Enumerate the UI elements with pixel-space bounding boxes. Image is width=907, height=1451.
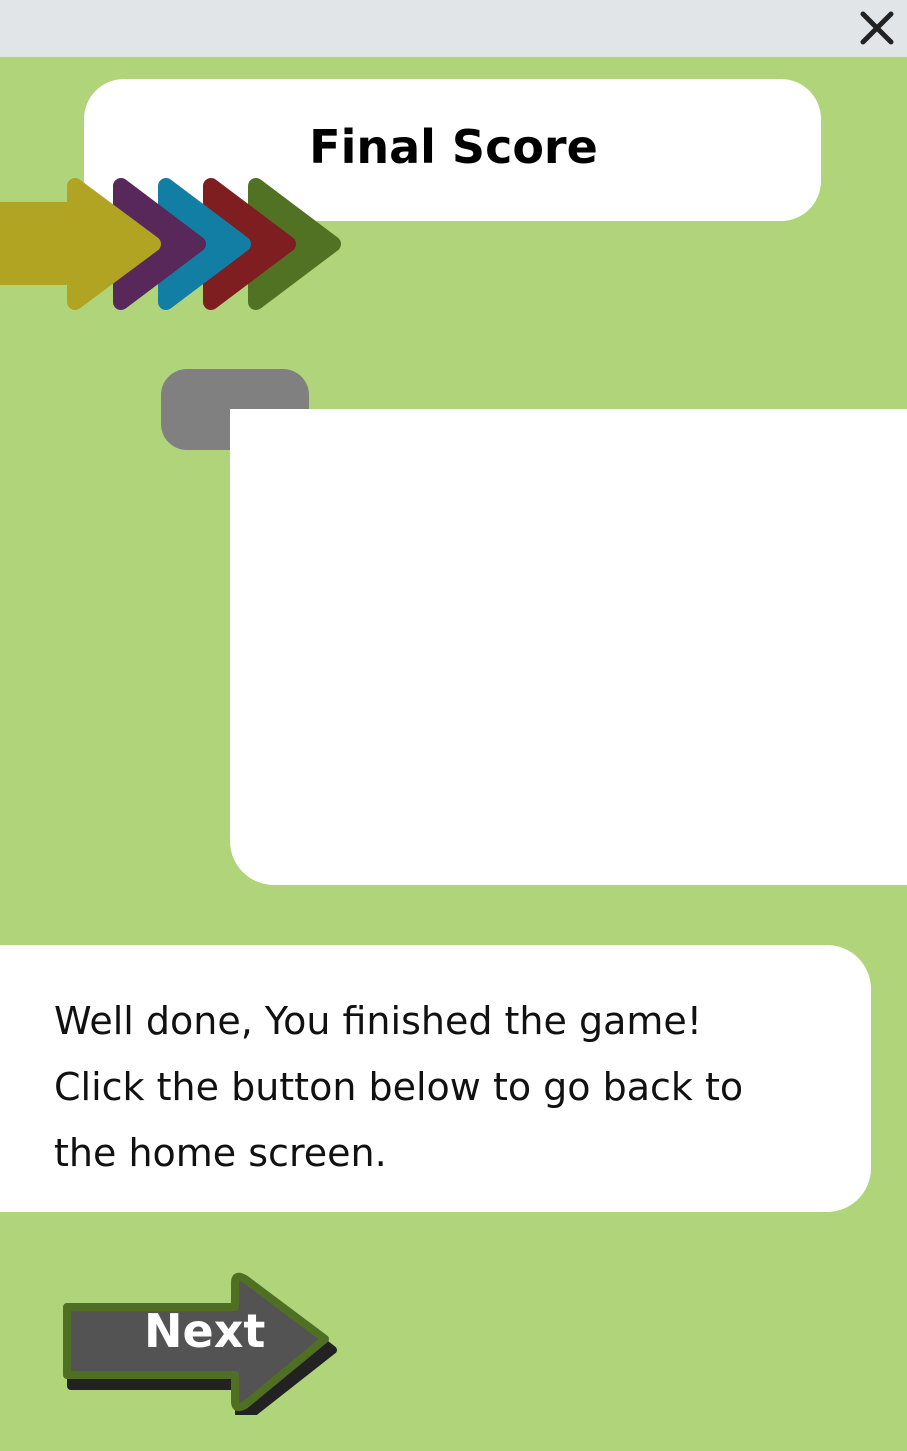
message-line: Well done, You finished the game! (54, 999, 703, 1043)
next-button-label[interactable]: Next (144, 1304, 265, 1358)
message-line: the home screen. (54, 1131, 387, 1175)
message-line: Click the button below to go back to (54, 1065, 744, 1109)
page-title: Final Score (309, 120, 598, 174)
decorative-arrows-icon (0, 178, 341, 310)
message-text: Well done, You finished the game! Click … (54, 988, 834, 1186)
close-icon[interactable] (855, 6, 899, 50)
score-panel (230, 409, 907, 885)
top-bar (0, 0, 907, 57)
